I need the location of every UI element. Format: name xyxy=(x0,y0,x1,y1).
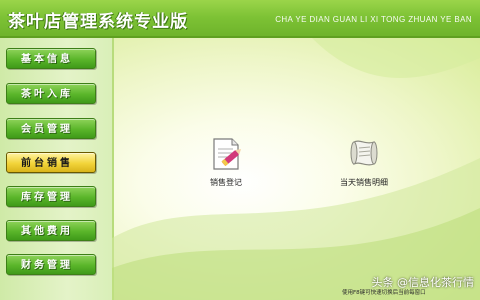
today-sales-detail-label: 当天销售明细 xyxy=(340,178,388,187)
background-swoosh xyxy=(112,38,480,300)
scroll-icon xyxy=(346,136,382,172)
sales-register-action[interactable]: 销售登记 xyxy=(186,136,266,188)
app-subtitle-pinyin: CHA YE DIAN GUAN LI XI TONG ZHUAN YE BAN xyxy=(275,15,472,24)
pencil-note-icon xyxy=(208,136,244,172)
sidebar-item-tea-inbound[interactable]: 茶叶入库 xyxy=(6,83,96,104)
sidebar-item-financial-management[interactable]: 财务管理 xyxy=(6,254,96,275)
watermark: 头条 @信息化茶行情 xyxy=(371,276,475,289)
sidebar-item-front-sales[interactable]: 前台销售 xyxy=(6,152,96,173)
sidebar: 基本信息 茶叶入库 会员管理 前台销售 库存管理 其他费用 财务管理 xyxy=(0,38,112,300)
today-sales-detail-action[interactable]: 当天销售明细 xyxy=(324,136,404,188)
main-content-panel: 销售登记 当天销售明细 使用F8键可快速切换后当前每窗口 头条 @信息化茶行情 xyxy=(112,38,480,300)
sidebar-item-other-expenses[interactable]: 其他费用 xyxy=(6,220,96,241)
sidebar-item-basic-info[interactable]: 基本信息 xyxy=(6,48,96,69)
app-title: 茶叶店管理系统专业版 xyxy=(8,12,188,32)
title-bar: 茶叶店管理系统专业版 CHA YE DIAN GUAN LI XI TONG Z… xyxy=(0,0,480,38)
sidebar-item-member-management[interactable]: 会员管理 xyxy=(6,118,96,139)
sales-register-label: 销售登记 xyxy=(210,178,242,187)
sidebar-item-inventory-management[interactable]: 库存管理 xyxy=(6,186,96,207)
